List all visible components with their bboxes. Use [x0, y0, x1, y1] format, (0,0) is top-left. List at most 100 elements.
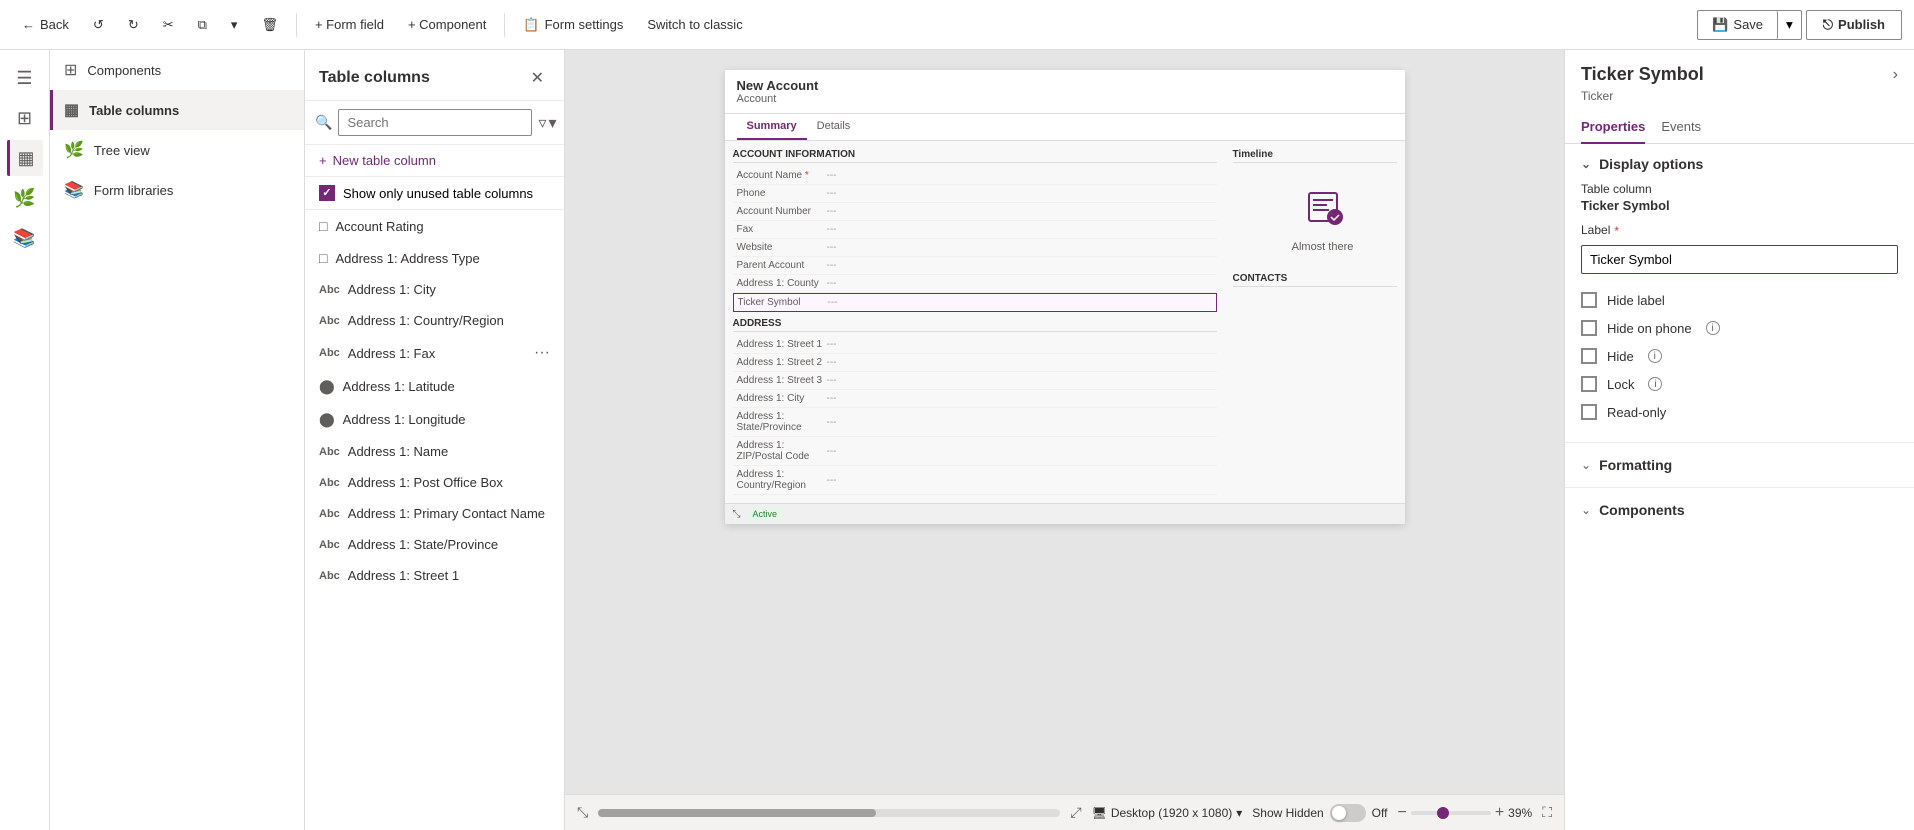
zoom-plus-button[interactable]: + — [1495, 804, 1504, 822]
copy-button[interactable]: ⧉ — [188, 11, 217, 39]
formatting-section[interactable]: ⌄ Formatting — [1565, 447, 1914, 483]
item-label: Address 1: Name — [348, 444, 448, 459]
dropdown-button[interactable]: ▾ — [221, 11, 248, 39]
tree-view-label: Tree view — [94, 143, 150, 158]
nav-item-form-libraries[interactable]: 📚 Form libraries — [50, 170, 304, 210]
read-only-option[interactable]: Read-only — [1581, 398, 1898, 426]
row-dots: --- — [827, 417, 837, 428]
lock-option[interactable]: Lock i — [1581, 370, 1898, 398]
read-only-checkbox[interactable] — [1581, 404, 1597, 420]
redo-button[interactable]: ↻ — [118, 11, 149, 39]
grid-icon: ⊞ — [17, 108, 32, 129]
components-title: Components — [1599, 502, 1685, 518]
panel-nav: ⊞ Components ▦ Table columns 🌿 Tree view… — [50, 50, 304, 210]
form-right-column: Timeline Almost there CONTACTS — [1225, 141, 1405, 503]
tab-events[interactable]: Events — [1661, 111, 1701, 144]
display-options-title: Display options — [1599, 156, 1703, 172]
form-row: Website --- — [733, 239, 1217, 257]
components-section[interactable]: ⌄ Components — [1565, 492, 1914, 528]
show-unused-checkbox[interactable] — [319, 185, 335, 201]
list-item[interactable]: Abc Address 1: Street 1 — [305, 560, 564, 591]
rp-expand-button[interactable]: › — [1893, 66, 1898, 84]
row-label: Account Name * — [737, 170, 827, 181]
more-options-icon[interactable]: ··· — [534, 344, 550, 362]
filter-button[interactable]: ▿ ▾ — [538, 113, 556, 133]
nav-item-table-columns[interactable]: ▦ Table columns — [50, 90, 304, 130]
table-column-label: Table column — [1581, 182, 1898, 196]
row-dots: --- — [827, 224, 837, 235]
show-unused-row[interactable]: Show only unused table columns — [305, 177, 564, 210]
horizontal-scrollbar[interactable] — [598, 809, 1060, 817]
hide-on-phone-option[interactable]: Hide on phone i — [1581, 314, 1898, 342]
label-input[interactable] — [1581, 245, 1898, 274]
list-item[interactable]: Abc Address 1: Primary Contact Name — [305, 498, 564, 529]
item-icon: Abc — [319, 446, 340, 458]
list-item[interactable]: □ Address 1: Address Type — [305, 242, 564, 274]
contacts-header: CONTACTS — [1233, 273, 1397, 287]
table-columns-label: Table columns — [89, 103, 179, 118]
undo-button[interactable]: ↺ — [83, 11, 114, 39]
save-button[interactable]: 💾 Save — [1698, 11, 1778, 39]
display-options-header[interactable]: ⌄ Display options — [1581, 156, 1898, 172]
hide-label-option[interactable]: Hide label — [1581, 286, 1898, 314]
resize-right-icon[interactable]: ⤢ — [1070, 804, 1081, 821]
hide-label-checkbox[interactable] — [1581, 292, 1597, 308]
form-field-button[interactable]: + Form field — [305, 11, 394, 38]
components-icon-button[interactable]: ⊞ — [7, 100, 43, 136]
list-item[interactable]: Abc Address 1: Name — [305, 436, 564, 467]
hide-option[interactable]: Hide i — [1581, 342, 1898, 370]
list-item[interactable]: ⬤ Address 1: Longitude — [305, 403, 564, 436]
list-item[interactable]: Abc Address 1: City — [305, 274, 564, 305]
lock-info-icon[interactable]: i — [1648, 377, 1662, 391]
desktop-button[interactable]: 🖥 Desktop (1920 x 1080) ▾ — [1092, 806, 1243, 820]
hide-checkbox[interactable] — [1581, 348, 1597, 364]
fullscreen-icon[interactable]: ⛶ — [1542, 804, 1552, 821]
new-column-button[interactable]: + New table column — [305, 145, 564, 177]
list-item[interactable]: Abc Address 1: Country/Region — [305, 305, 564, 336]
list-item[interactable]: Abc Address 1: Fax ··· — [305, 336, 564, 370]
zoom-slider[interactable] — [1411, 811, 1491, 815]
hide-on-phone-info-icon[interactable]: i — [1706, 321, 1720, 335]
back-button[interactable]: ← Back — [12, 11, 79, 38]
cut-button[interactable]: ✂ — [153, 11, 184, 39]
list-item[interactable]: ⬤ Address 1: Latitude — [305, 370, 564, 403]
tab-summary[interactable]: Summary — [737, 114, 807, 140]
component-button[interactable]: + Component — [398, 11, 496, 38]
show-hidden-toggle[interactable] — [1330, 804, 1366, 822]
hamburger-button[interactable]: ☰ — [7, 60, 43, 96]
zoom-minus-button[interactable]: − — [1397, 804, 1406, 822]
form-settings-button[interactable]: 📋 Form settings — [513, 11, 633, 39]
right-panel: Ticker Symbol › Ticker Properties Events… — [1564, 50, 1914, 830]
table-columns-icon-button[interactable]: ▦ — [7, 140, 43, 176]
delete-button[interactable]: 🗑 — [251, 11, 288, 39]
nav-item-components[interactable]: ⊞ Components — [50, 50, 304, 90]
row-label: Address 1: Street 2 — [737, 357, 827, 368]
resize-icon: ⤡ — [733, 509, 741, 520]
form-libraries-icon-button[interactable]: 📚 — [7, 220, 43, 256]
hide-on-phone-checkbox[interactable] — [1581, 320, 1597, 336]
list-item[interactable]: Abc Address 1: Post Office Box — [305, 467, 564, 498]
resize-left-icon[interactable]: ⤡ — [577, 804, 588, 821]
tab-properties[interactable]: Properties — [1581, 111, 1645, 144]
search-input[interactable] — [338, 109, 532, 136]
desktop-label: Desktop (1920 x 1080) — [1111, 806, 1232, 820]
list-item[interactable]: Abc Address 1: State/Province — [305, 529, 564, 560]
toggle-knob — [1332, 806, 1346, 820]
nav-item-tree-view[interactable]: 🌿 Tree view — [50, 130, 304, 170]
list-item[interactable]: □ Account Rating — [305, 210, 564, 242]
filter-icon: ▿ — [538, 113, 546, 133]
switch-classic-button[interactable]: Switch to classic — [637, 11, 752, 38]
tree-view-icon-button[interactable]: 🌿 — [7, 180, 43, 216]
save-dropdown-button[interactable]: ▾ — [1778, 11, 1801, 39]
ticker-symbol-row[interactable]: Ticker Symbol --- — [733, 293, 1217, 312]
tc-title: Table columns — [319, 69, 430, 87]
tab-details[interactable]: Details — [807, 114, 861, 140]
hide-info-icon[interactable]: i — [1648, 349, 1662, 363]
label-field-label: Label — [1581, 223, 1610, 237]
publish-button[interactable]: ⎋ Publish — [1806, 10, 1902, 40]
lock-checkbox[interactable] — [1581, 376, 1597, 392]
item-icon: Abc — [319, 315, 340, 327]
row-dots: --- — [827, 206, 837, 217]
almost-there-panel: Almost there — [1233, 167, 1405, 273]
tc-close-button[interactable]: ✕ — [525, 66, 550, 90]
